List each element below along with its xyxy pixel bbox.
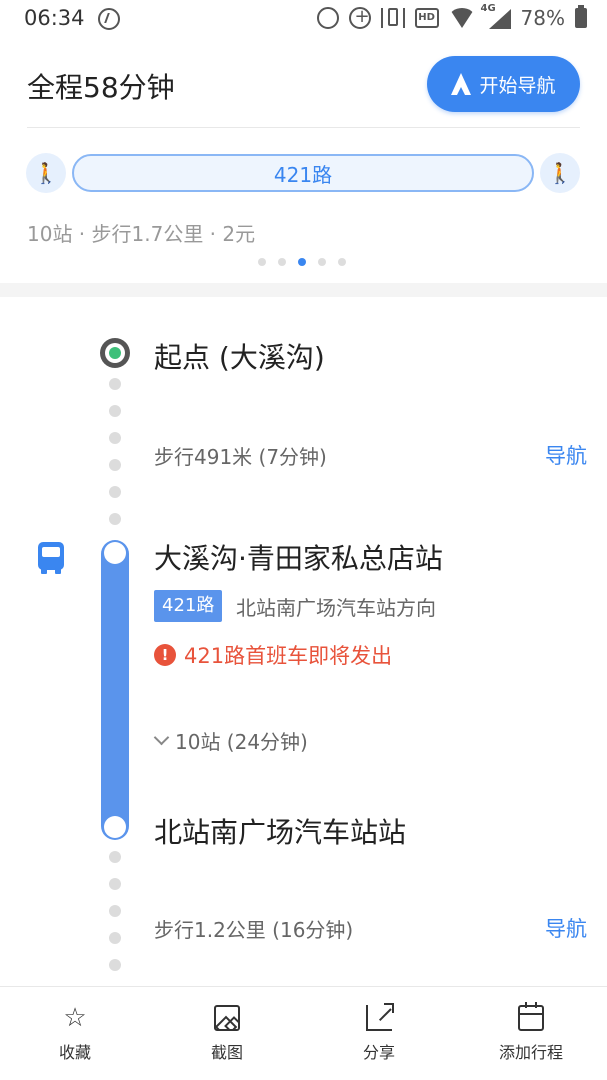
vibrate-icon xyxy=(380,8,405,28)
board-stop-ring xyxy=(104,542,126,564)
walk-dot xyxy=(109,486,121,498)
status-bar: 06:34 HD 4G 78% xyxy=(0,0,607,40)
calendar-icon xyxy=(518,1002,544,1031)
info-alert-icon: ! xyxy=(154,644,176,666)
share-label: 分享 xyxy=(362,1043,395,1062)
pager-dot xyxy=(318,258,326,266)
pager-dot xyxy=(278,258,286,266)
walk-segment-badge: 🚶 xyxy=(26,153,66,193)
origin-marker-icon xyxy=(100,338,130,368)
walk-2-navigate-link[interactable]: 导航 xyxy=(545,913,587,943)
first-bus-alert: ! 421路首班车即将发出 xyxy=(154,640,392,670)
walk-dot xyxy=(109,905,121,917)
battery-icon xyxy=(575,5,587,28)
walk-dot xyxy=(109,378,121,390)
total-time: 全程58分钟 xyxy=(27,71,175,104)
status-icons: HD 4G 78% xyxy=(316,3,587,30)
add-trip-button[interactable]: 添加行程 xyxy=(471,1002,591,1063)
data-saver-icon xyxy=(98,8,120,30)
pager-dot xyxy=(258,258,266,266)
alarm-icon xyxy=(316,7,339,29)
share-button[interactable]: 分享 xyxy=(319,1003,439,1063)
battery-percent: 78% xyxy=(520,6,565,30)
header-divider xyxy=(27,127,580,128)
route-pager-dots xyxy=(258,258,346,266)
start-navigation-button[interactable]: 开始导航 xyxy=(427,56,580,112)
direction-text: 北站南广场汽车站方向 xyxy=(236,596,436,620)
route-meta: 10站 · 步行1.7公里 · 2元 xyxy=(27,222,256,246)
expand-stops-toggle[interactable]: 10站 (24分钟) xyxy=(153,726,308,755)
walk-dot xyxy=(109,959,121,971)
image-icon xyxy=(214,1005,240,1031)
stops-count: 10站 (24分钟) xyxy=(175,730,308,754)
hd-icon: HD xyxy=(414,8,439,28)
walk-dot xyxy=(109,932,121,944)
alight-stop-ring xyxy=(104,816,126,838)
navigation-arrow-icon xyxy=(451,73,472,95)
data-plus-icon xyxy=(348,6,371,29)
walk-dot xyxy=(109,878,121,890)
board-stop-title: 大溪沟·青田家私总店站 xyxy=(154,542,443,575)
chevron-down-icon xyxy=(153,729,170,746)
walk-1-navigate-link[interactable]: 导航 xyxy=(545,440,587,470)
cell-signal-icon: 4G xyxy=(481,3,511,29)
add-trip-label: 添加行程 xyxy=(498,1043,563,1062)
bottom-action-bar: ☆ 收藏 截图 分享 添加行程 xyxy=(0,986,607,1080)
star-icon: ☆ xyxy=(63,1003,87,1033)
walk-1-info: 步行491米 (7分钟) xyxy=(154,445,327,469)
pager-dot xyxy=(298,258,306,266)
wifi-icon xyxy=(448,8,475,28)
walk-dot xyxy=(109,459,121,471)
walking-person-icon: 🚶 xyxy=(33,161,59,185)
walk-dot xyxy=(109,851,121,863)
favorite-label: 收藏 xyxy=(58,1043,91,1062)
section-separator xyxy=(0,283,607,297)
bus-route-line xyxy=(101,540,129,840)
walk-dot xyxy=(109,513,121,525)
alight-stop-title: 北站南广场汽车站站 xyxy=(154,816,407,849)
walking-person-icon: 🚶 xyxy=(547,161,573,185)
bus-segment-label: 421路 xyxy=(273,162,333,187)
walk-segment-badge: 🚶 xyxy=(540,153,580,193)
bus-segment-pill[interactable]: 421路 xyxy=(72,154,534,192)
start-navigation-label: 开始导航 xyxy=(479,74,556,97)
favorite-button[interactable]: ☆ 收藏 xyxy=(15,1005,135,1063)
share-icon xyxy=(366,1003,394,1031)
walk-dot xyxy=(109,432,121,444)
walk-dot xyxy=(109,405,121,417)
route-detail-screen: 06:34 HD 4G 78% 全程58分钟 开始导航 🚶 421路 🚶 10站… xyxy=(0,0,607,1080)
origin-title: 起点 (大溪沟) xyxy=(154,341,325,374)
screenshot-button[interactable]: 截图 xyxy=(167,1005,287,1063)
screenshot-label: 截图 xyxy=(210,1043,243,1062)
walk-2-info: 步行1.2公里 (16分钟) xyxy=(154,918,354,942)
bus-icon xyxy=(38,542,64,574)
alert-text: 421路首班车即将发出 xyxy=(184,644,393,668)
pager-dot xyxy=(338,258,346,266)
status-time: 06:34 xyxy=(24,6,85,30)
route-tag: 421路 xyxy=(154,590,223,622)
